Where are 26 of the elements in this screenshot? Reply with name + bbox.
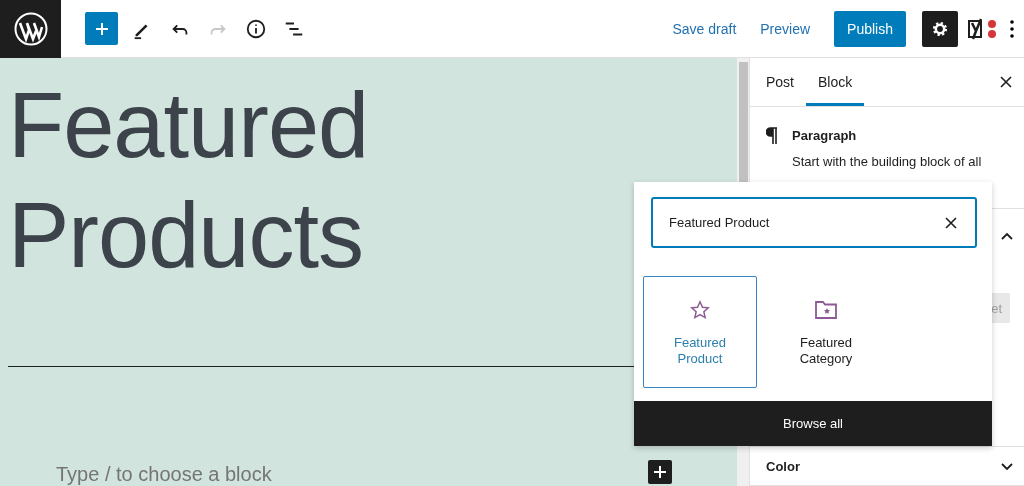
block-placeholder[interactable]: Type / to choose a block	[56, 463, 737, 486]
block-description: Start with the building block of all	[792, 153, 982, 171]
search-field[interactable]: Featured Product	[651, 197, 977, 248]
header-link[interactable]: Preview	[760, 20, 811, 37]
wordpress-logo[interactable]	[0, 0, 61, 58]
plus-icon	[653, 465, 667, 479]
wordpress-icon	[13, 11, 48, 46]
browse-all-button[interactable]: Browse all	[634, 401, 992, 446]
sidebar-tab[interactable]: Block	[806, 58, 865, 106]
info-icon	[245, 17, 267, 40]
plus-icon	[93, 20, 110, 37]
post-title[interactable]: Featured	[8, 70, 737, 180]
panel-title[interactable]: Color	[766, 458, 800, 474]
folder-star-icon	[814, 299, 838, 321]
sidebar-tab[interactable]: Post	[754, 58, 806, 106]
close-icon	[999, 75, 1013, 89]
more-options-icon[interactable]	[1010, 19, 1014, 38]
add-block-button[interactable]	[648, 460, 672, 484]
header-link[interactable]: Save draft	[672, 20, 737, 37]
publish-button[interactable]: Publish	[834, 10, 906, 47]
paragraph-icon	[766, 127, 778, 145]
settings-button[interactable]	[922, 10, 958, 47]
clear-icon[interactable]	[945, 217, 957, 229]
star-icon	[689, 299, 711, 321]
block-name: Paragraph	[792, 128, 858, 143]
block-result[interactable]: Featured Product	[643, 276, 757, 388]
